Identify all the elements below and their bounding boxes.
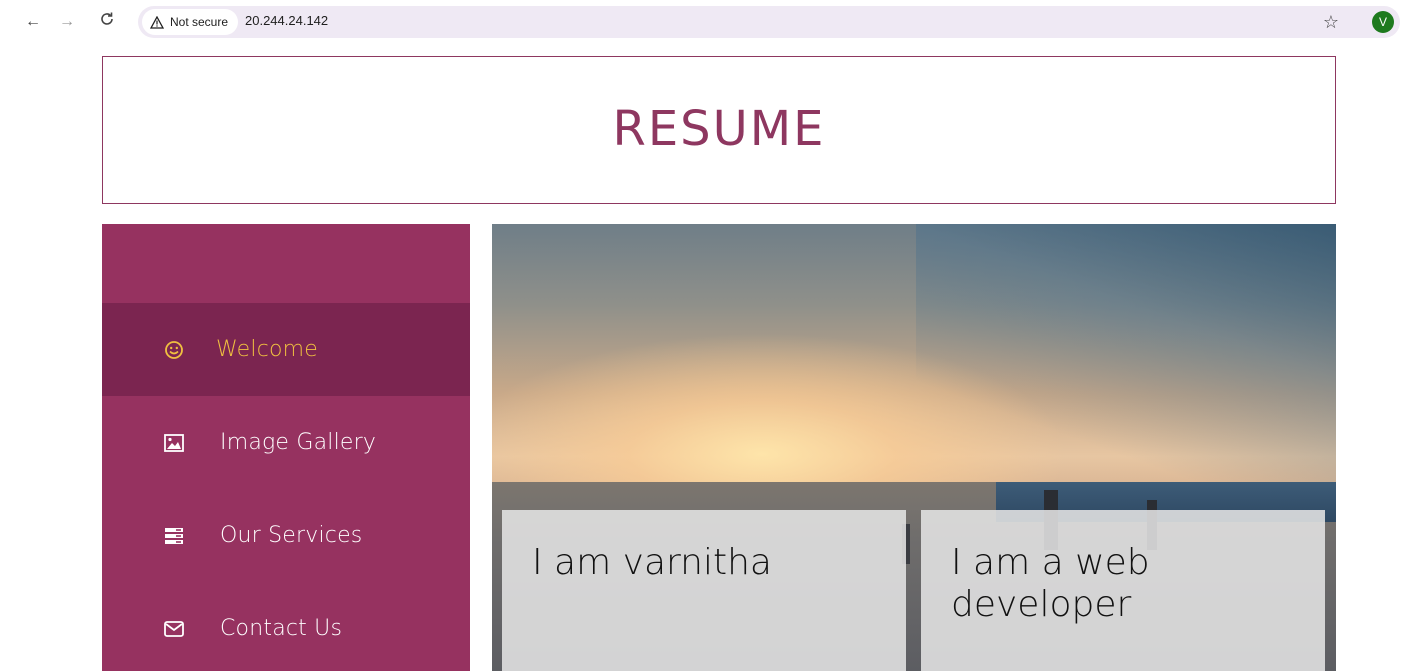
avatar[interactable]: V <box>1372 11 1394 33</box>
forward-icon[interactable]: → <box>56 11 78 33</box>
sidebar-item-label: Welcome <box>216 337 319 362</box>
role-card-text: I am a web developer <box>951 542 1150 625</box>
intro-card-text: I am varnitha <box>532 542 772 583</box>
smiley-icon <box>164 340 184 360</box>
security-label: Not secure <box>170 15 229 29</box>
intro-card: I am varnitha <box>502 510 906 671</box>
sidebar-item-image-gallery[interactable]: Image Gallery <box>102 396 470 489</box>
sidebar-item-contact-us[interactable]: Contact Us <box>102 582 470 671</box>
envelope-icon <box>164 619 184 639</box>
back-icon[interactable]: ← <box>22 11 44 33</box>
sidebar-item-our-services[interactable]: Our Services <box>102 489 470 582</box>
reload-icon[interactable] <box>96 11 118 33</box>
star-icon[interactable]: ☆ <box>1320 11 1342 33</box>
url-text[interactable]: 20.244.24.142 <box>245 13 328 28</box>
hero-image: I am varnitha I am a web developer <box>492 224 1336 671</box>
header-box: RESUME <box>102 56 1336 204</box>
page-title: RESUME <box>612 101 826 157</box>
hero-sky <box>916 224 1336 514</box>
sidebar-item-label: Our Services <box>220 523 363 548</box>
warning-icon <box>149 15 165 29</box>
role-card: I am a web developer <box>921 510 1325 671</box>
sidebar-item-label: Image Gallery <box>220 430 377 455</box>
sidebar-item-label: Contact Us <box>220 616 343 641</box>
sidebar: Welcome Image Gallery Our Services Conta… <box>102 224 470 671</box>
security-chip[interactable]: Not secure <box>142 9 239 35</box>
browser-toolbar: ← → Not secure 20.244.24.142 ☆ V <box>0 0 1410 44</box>
services-icon <box>164 526 184 546</box>
sidebar-item-welcome[interactable]: Welcome <box>102 303 470 396</box>
image-icon <box>164 433 184 453</box>
